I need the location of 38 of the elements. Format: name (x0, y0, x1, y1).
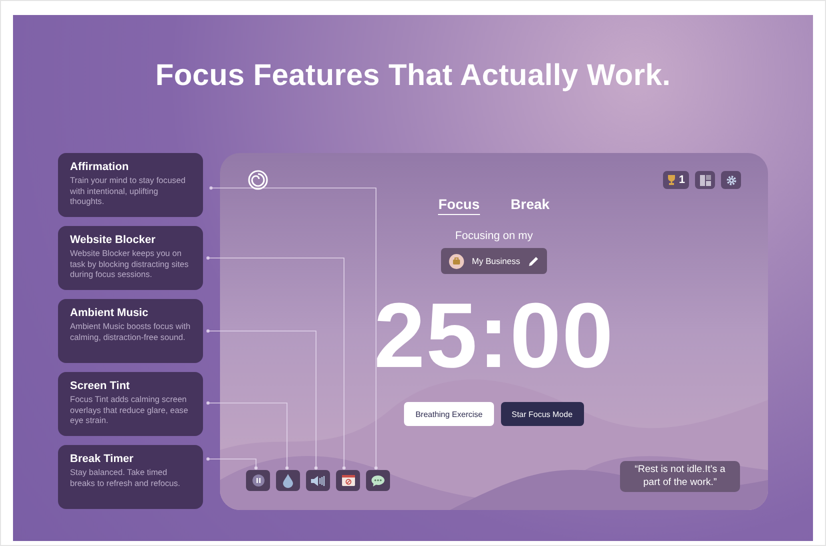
headline: Focus Features That Actually Work. (155, 59, 671, 93)
blocked-window-icon (342, 475, 354, 486)
trophy-count: 1 (678, 174, 685, 186)
feature-description: Train your mind to stay focused with intentional, uplifting thoughts. (70, 175, 186, 206)
trophy-icon (666, 175, 676, 185)
mode-button[interactable]: Star Focus Mode (500, 402, 584, 426)
grid-icon (700, 174, 710, 186)
feature-description: Ambient Music boosts focus with calming, distraction-free sound. (70, 321, 192, 342)
feature-title: Break Timer (70, 453, 134, 465)
task-name: My Business (472, 256, 520, 266)
tool-button[interactable] (306, 470, 330, 491)
settings-button[interactable] (721, 171, 741, 189)
mode-button[interactable]: Breathing Exercise (404, 402, 494, 426)
timer-display: 25:00 (374, 290, 614, 382)
task-selector[interactable]: My Business (440, 248, 548, 274)
layout-button[interactable] (695, 171, 715, 189)
feature-title: Affirmation (70, 161, 130, 173)
feature-description: Stay balanced. Take timed breaks to refresh and refocus. (70, 467, 182, 488)
trophy-button[interactable]: 1 (662, 171, 689, 189)
feature-title: Website Blocker (70, 234, 156, 246)
drop-icon (283, 474, 293, 488)
feature-title: Ambient Music (70, 307, 150, 319)
speaker-icon (310, 474, 326, 486)
tool-button[interactable] (366, 470, 390, 491)
tool-button[interactable] (276, 470, 300, 491)
swirl-logo (248, 170, 268, 190)
pencil-icon[interactable] (528, 256, 540, 266)
feature-description: Website Blocker keeps you on task by blocking distracting sites during focus sessions. (70, 248, 190, 280)
feature-description: Focus Tint adds calming screen overlays that reduce glare, ease eye strain. (70, 394, 190, 426)
tool-button[interactable] (336, 470, 360, 491)
briefcase-icon (448, 254, 464, 268)
quote-text: “Rest is not idle.It’s a part of the work.” (620, 461, 740, 492)
settings-icon (726, 174, 736, 186)
feature-title: Screen Tint (70, 380, 131, 392)
tool-button[interactable] (246, 470, 270, 491)
pause-icon (252, 474, 264, 487)
focus-label: Focusing on my (455, 230, 533, 242)
chat-bubble-icon (371, 474, 385, 486)
